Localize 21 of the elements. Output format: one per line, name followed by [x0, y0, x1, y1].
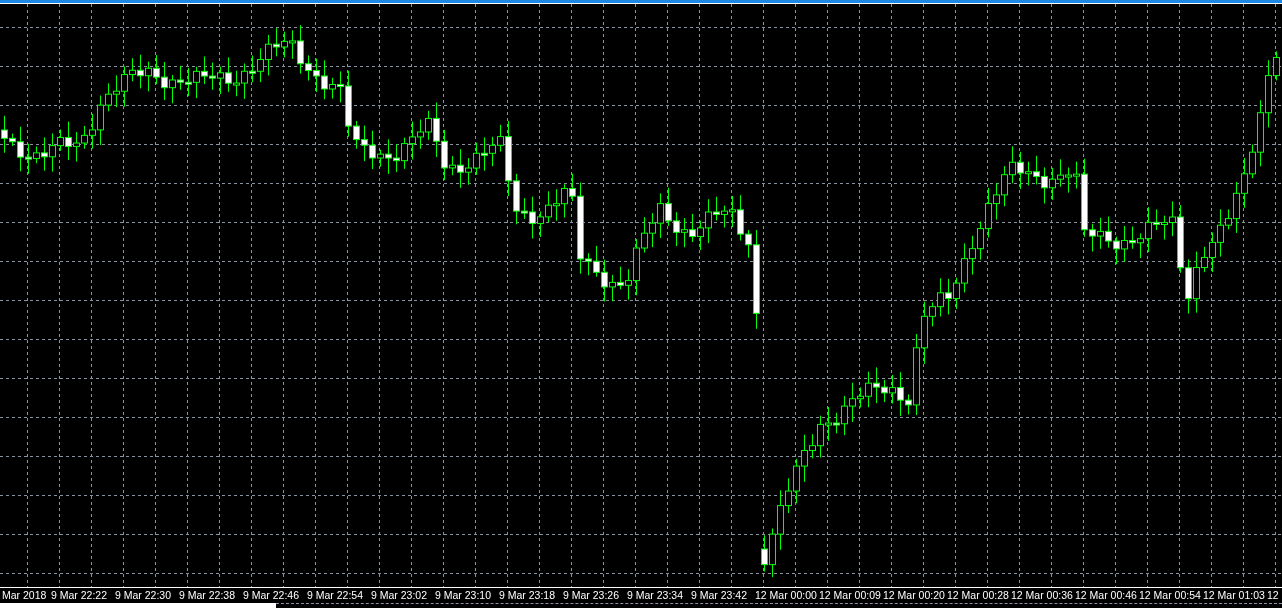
time-axis-label: Mar 2018	[1, 588, 48, 603]
time-axis-label: 9 Mar 23:10	[434, 588, 493, 603]
time-axis-label: 12 Mar 00:09	[818, 588, 881, 603]
time-axis-label: 9 Mar 22:46	[242, 588, 301, 603]
time-axis-label: 12 Mar 00:28	[946, 588, 1009, 603]
time-axis-label: 9 Mar 22:22	[50, 588, 109, 603]
time-axis-label: 12 Mar 00:00	[754, 588, 817, 603]
time-axis-label: 12 Mar 00:46	[1074, 588, 1137, 603]
time-axis-label: 12 Mar 00:54	[1138, 588, 1201, 603]
time-axis-label: 9 Mar 23:26	[562, 588, 621, 603]
time-axis-label: 9 Mar 23:02	[370, 588, 429, 603]
time-axis-label: 9 Mar 23:42	[690, 588, 749, 603]
time-axis-label: 12	[1266, 588, 1280, 603]
time-axis-label: 9 Mar 22:38	[178, 588, 237, 603]
time-axis-label: 9 Mar 23:18	[498, 588, 557, 603]
time-axis-label: 9 Mar 22:54	[306, 588, 365, 603]
time-axis-label: 9 Mar 23:34	[626, 588, 685, 603]
time-axis-label: 9 Mar 22:30	[114, 588, 173, 603]
time-axis-label: 12 Mar 00:36	[1010, 588, 1073, 603]
time-axis-label: 12 Mar 00:20	[882, 588, 945, 603]
time-axis-label: 12 Mar 01:03	[1202, 588, 1265, 603]
